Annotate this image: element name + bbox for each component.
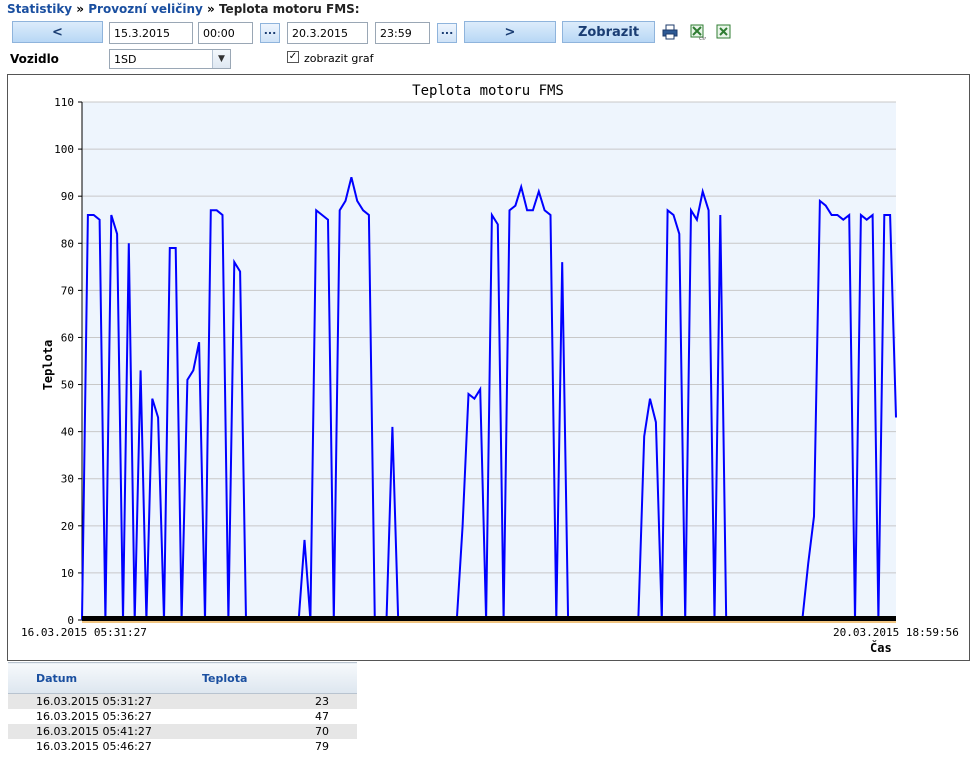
csv-export-icon[interactable]: csv (690, 24, 706, 40)
x-axis-label: Čas (870, 640, 892, 655)
table-cell-teplota: 79 (315, 740, 329, 753)
column-header-teplota[interactable]: Teplota (172, 662, 357, 694)
show-button[interactable]: Zobrazit (562, 21, 655, 43)
table-cell-datum: 16.03.2015 05:41:27 (8, 724, 172, 739)
chart-title: Teplota motoru FMS (412, 83, 564, 99)
x-axis-baseline (82, 616, 896, 621)
column-header-datum[interactable]: Datum (8, 662, 172, 694)
time-from-input[interactable] (198, 22, 253, 44)
date-to-input[interactable] (287, 22, 368, 44)
next-period-button[interactable]: > (464, 21, 556, 43)
table-cell-datum: 16.03.2015 05:36:27 (36, 710, 152, 723)
table-cell-datum: 16.03.2015 05:31:27 (8, 693, 172, 709)
previous-period-button[interactable]: < (12, 21, 103, 43)
temperature-chart: Teplota motoru FMS 010203040506070809010… (21, 83, 959, 655)
breadcrumb-statistiky-link[interactable]: Statistiky (7, 2, 72, 16)
date-from-input[interactable] (109, 22, 193, 44)
table-row: 16.03.2015 05:31:27 23 (8, 693, 357, 709)
vehicle-select[interactable]: 1SD ▼ (109, 49, 231, 69)
y-axis-label: Teplota (41, 340, 55, 391)
data-table: Datum Teplota 16.03.2015 05:31:27 23 16.0… (8, 662, 357, 754)
y-tick-label: 100 (54, 143, 74, 156)
svg-text:csv: csv (699, 36, 706, 40)
table-row: 16.03.2015 05:41:27 70 (8, 724, 357, 739)
page-title: Teplota motoru FMS: (218, 2, 360, 16)
vehicle-label: Vozidlo (10, 52, 59, 66)
table-cell-teplota: 47 (315, 710, 329, 723)
breadcrumb: Statistiky » Provozní veličiny » Teplota… (7, 2, 360, 16)
show-graph-label: zobrazit graf (304, 52, 374, 65)
time-to-input[interactable] (375, 22, 430, 44)
breadcrumb-provozni-veliciny-link[interactable]: Provozní veličiny (88, 2, 203, 16)
date-to-picker-button[interactable]: ... (437, 23, 457, 43)
chart-container: Teplota motoru FMS 0 10 20 30 40 50 60 70 80 90 10… (7, 74, 970, 661)
show-graph-checkbox[interactable]: ✓ (287, 51, 299, 63)
table-row: 16.03.2015 05:36:27 47 (8, 709, 357, 724)
breadcrumb-separator: » (72, 2, 89, 16)
print-icon[interactable] (662, 24, 678, 40)
excel-export-icon[interactable] (716, 24, 732, 40)
y-tick-label: 30 (61, 473, 74, 486)
y-tick-label: 10 (61, 567, 74, 580)
chevron-down-icon[interactable]: ▼ (212, 50, 230, 68)
table-cell-datum: 16.03.2015 05:46:27 (36, 740, 152, 753)
y-tick-label: 80 (61, 237, 74, 250)
x-start-label: 16.03.2015 05:31:27 (21, 626, 147, 639)
y-tick-label: 50 (61, 379, 74, 392)
y-tick-label: 110 (54, 96, 74, 109)
table-row: 16.03.2015 05:46:27 79 (8, 739, 357, 754)
date-from-picker-button[interactable]: ... (260, 23, 280, 43)
y-tick-label: 20 (61, 520, 74, 533)
x-end-label: 20.03.2015 18:59:56 (833, 626, 959, 639)
table-cell-teplota: 23 (172, 693, 357, 709)
vehicle-select-value: 1SD (114, 53, 137, 66)
table-cell-teplota: 70 (172, 724, 357, 739)
breadcrumb-separator: » (202, 2, 219, 16)
y-tick-label: 40 (61, 426, 74, 439)
y-tick-label: 90 (61, 190, 74, 203)
y-tick-label: 70 (61, 284, 74, 297)
y-tick-label: 60 (61, 331, 74, 344)
